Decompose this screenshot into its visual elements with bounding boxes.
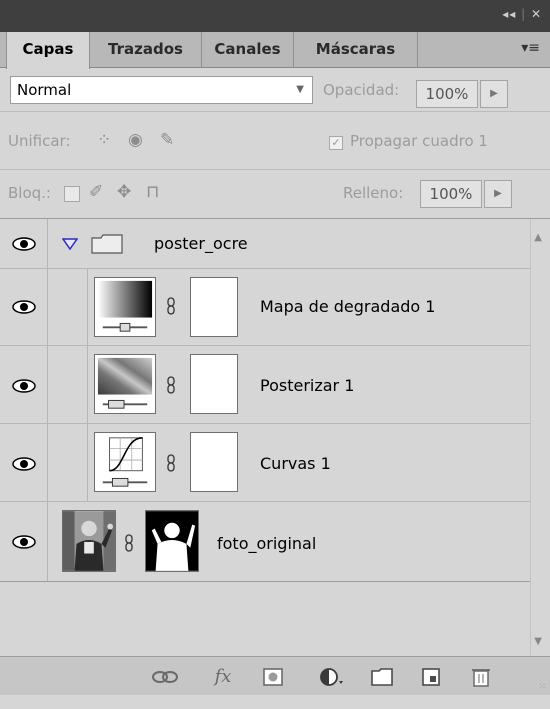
unify-label: Unificar: bbox=[8, 132, 71, 150]
unify-position-icon[interactable]: ⁘ bbox=[97, 130, 111, 150]
layer-name: Posterizar 1 bbox=[260, 376, 355, 395]
expand-triangle-icon[interactable] bbox=[62, 238, 78, 250]
layer-mask-thumbnail[interactable] bbox=[145, 510, 199, 572]
fill-slider-button[interactable]: ▶ bbox=[484, 180, 512, 208]
new-layer-icon[interactable] bbox=[420, 666, 442, 688]
close-icon[interactable]: ✕ bbox=[531, 7, 542, 21]
folder-icon bbox=[91, 234, 123, 254]
opacity-input[interactable]: 100% bbox=[416, 80, 478, 108]
mask-link-icon[interactable] bbox=[166, 376, 176, 394]
scroll-down-icon[interactable]: ▼ bbox=[534, 636, 542, 647]
add-mask-icon[interactable] bbox=[262, 666, 284, 688]
lock-transparency-icon[interactable] bbox=[64, 186, 80, 202]
scroll-up-icon[interactable]: ▲ bbox=[534, 232, 542, 243]
chevron-down-icon: ▼ bbox=[296, 84, 304, 95]
lock-row: Bloq.: ✐ ✥ ⊓ Relleno: 100% ▶ bbox=[0, 170, 550, 219]
layers-toolbar: fx ⁙ bbox=[0, 656, 550, 695]
layer-name: Mapa de degradado 1 bbox=[260, 297, 436, 316]
layer-name: foto_original bbox=[217, 534, 317, 553]
layer-row-curves[interactable]: Curvas 1 bbox=[0, 424, 530, 502]
lock-pixels-icon[interactable]: ✐ bbox=[89, 182, 103, 202]
panel-titlebar: ◂◂ | ✕ bbox=[0, 0, 550, 32]
tab-mascaras[interactable]: Máscaras bbox=[294, 32, 418, 68]
new-group-icon[interactable] bbox=[370, 666, 394, 688]
mask-link-icon[interactable] bbox=[124, 534, 134, 552]
tab-canales[interactable]: Canales bbox=[202, 32, 294, 68]
opacity-label: Opacidad: bbox=[323, 81, 400, 99]
layer-name: Curvas 1 bbox=[260, 454, 331, 473]
propagate-checkbox[interactable]: ✓ bbox=[329, 136, 343, 150]
lock-all-icon[interactable]: ⊓ bbox=[146, 182, 159, 202]
eye-icon[interactable] bbox=[12, 379, 36, 393]
layer-row-foto-original[interactable]: foto_original bbox=[0, 502, 530, 582]
eye-icon[interactable] bbox=[12, 300, 36, 314]
layer-mask-thumbnail[interactable] bbox=[190, 432, 238, 492]
layer-row-posterize[interactable]: Posterizar 1 bbox=[0, 346, 530, 424]
posterize-thumbnail[interactable] bbox=[94, 354, 156, 414]
lock-position-icon[interactable]: ✥ bbox=[117, 182, 131, 202]
fx-icon[interactable]: fx bbox=[207, 666, 239, 688]
panel-controls: ◂◂ | ✕ bbox=[502, 7, 542, 21]
layer-mask-thumbnail[interactable] bbox=[190, 277, 238, 337]
tab-trazados[interactable]: Trazados bbox=[90, 32, 202, 68]
layer-mask-thumbnail[interactable] bbox=[190, 354, 238, 414]
unify-row: Unificar: ⁘ ◉ ✎ ✓ Propagar cuadro 1 bbox=[0, 112, 550, 170]
photo-thumbnail[interactable] bbox=[62, 510, 116, 572]
blend-row: Normal ▼ Opacidad: 100% ▶ bbox=[0, 68, 550, 112]
layer-row-gradient-map[interactable]: Mapa de degradado 1 bbox=[0, 269, 530, 346]
propagate-label: Propagar cuadro 1 bbox=[350, 132, 488, 150]
eye-icon[interactable] bbox=[12, 457, 36, 471]
blend-mode-value: Normal bbox=[17, 81, 72, 99]
eye-icon[interactable] bbox=[12, 535, 36, 549]
link-layers-icon[interactable] bbox=[151, 666, 179, 688]
collapse-icon[interactable]: ◂◂ bbox=[502, 7, 516, 21]
layer-name: poster_ocre bbox=[154, 234, 248, 253]
trash-icon[interactable] bbox=[470, 666, 492, 688]
gradient-map-thumbnail[interactable] bbox=[94, 277, 156, 337]
unify-style-icon[interactable]: ✎ bbox=[160, 130, 174, 150]
fill-input[interactable]: 100% bbox=[420, 180, 482, 208]
blend-mode-select[interactable]: Normal ▼ bbox=[10, 76, 313, 104]
unify-visibility-icon[interactable]: ◉ bbox=[128, 130, 143, 150]
eye-icon[interactable] bbox=[12, 237, 36, 251]
layers-list: poster_ocre Mapa de degradado 1 Posteriz… bbox=[0, 219, 550, 709]
resize-grip-icon[interactable]: ⁙ bbox=[538, 682, 546, 692]
lock-label: Bloq.: bbox=[8, 184, 51, 202]
opacity-slider-button[interactable]: ▶ bbox=[480, 80, 508, 108]
panel-tabs: Capas Trazados Canales Máscaras ▾≡ bbox=[0, 32, 550, 69]
tab-capas[interactable]: Capas bbox=[6, 32, 90, 69]
layers-scrollbar[interactable] bbox=[530, 219, 550, 656]
layer-row-group[interactable]: poster_ocre bbox=[0, 219, 530, 269]
fill-label: Relleno: bbox=[343, 184, 404, 202]
mask-link-icon[interactable] bbox=[166, 454, 176, 472]
mask-link-icon[interactable] bbox=[166, 297, 176, 315]
adjustment-layer-icon[interactable] bbox=[318, 666, 344, 688]
curves-thumbnail[interactable] bbox=[94, 432, 156, 492]
panel-menu-icon[interactable]: ▾≡ bbox=[521, 40, 540, 56]
